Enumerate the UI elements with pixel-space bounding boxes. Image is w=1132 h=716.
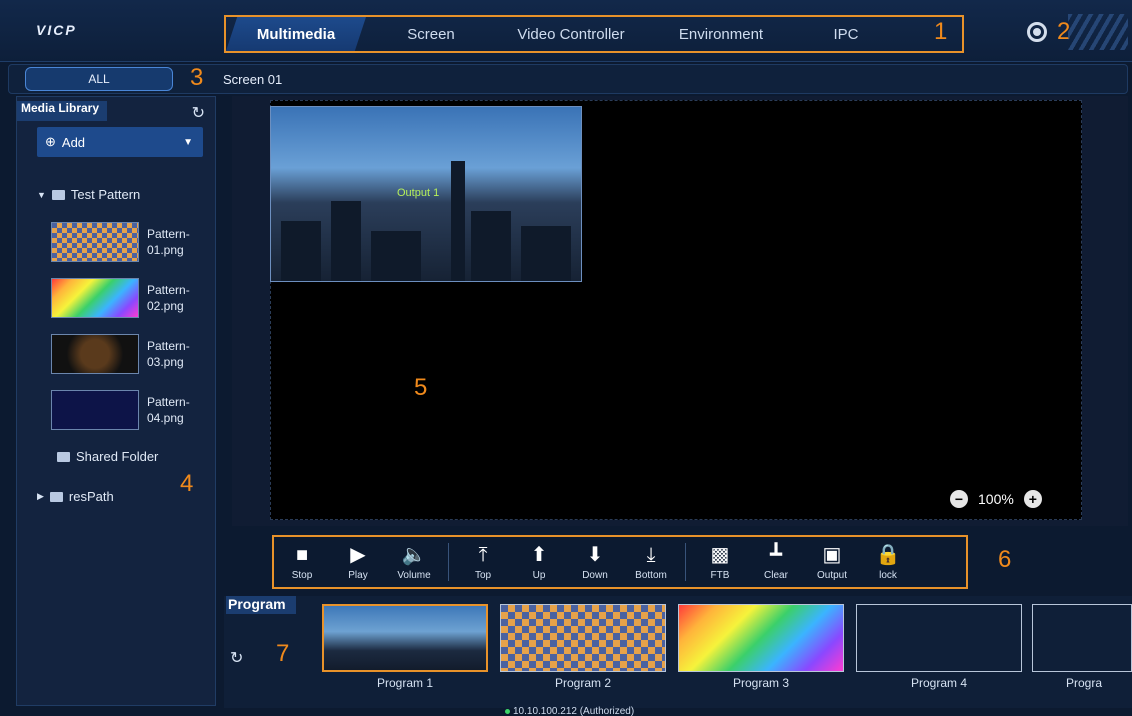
program-tile[interactable] (856, 604, 1022, 672)
arrow-up-icon: ⬆ (530, 543, 548, 566)
caret-down-icon: ▼ (183, 136, 193, 148)
program-tile[interactable] (1032, 604, 1132, 672)
annotation-6: 6 (998, 546, 1012, 573)
output-window[interactable]: Output 1 (270, 106, 582, 282)
divider (685, 543, 686, 581)
media-name: Pattern- 03.png (147, 339, 190, 369)
add-button[interactable]: ⊕ Add ▼ (37, 127, 203, 157)
annotation-4: 4 (180, 470, 194, 497)
media-item[interactable]: Pattern- 04.png (51, 389, 201, 431)
folder-label: resPath (68, 489, 114, 504)
up-button[interactable]: ⬆ Up (511, 537, 567, 587)
clear-icon: ┻ (769, 543, 783, 566)
media-item[interactable]: Pattern- 02.png (51, 277, 201, 319)
folder-test-pattern[interactable]: ▼ Test Pattern (37, 187, 140, 202)
program-label: Program 2 (554, 676, 612, 690)
media-name: Pattern- 02.png (147, 283, 190, 313)
gear-icon[interactable] (1027, 22, 1047, 42)
arrow-down-icon: ⬇ (586, 543, 604, 566)
main-nav: Multimedia Screen Video Controller Envir… (224, 15, 964, 53)
media-thumbnail (51, 390, 139, 430)
output-button[interactable]: ▣ Output (804, 537, 860, 587)
zoom-control: − 100% + (950, 490, 1042, 508)
zoom-out-icon[interactable]: − (950, 490, 968, 508)
chevron-down-icon: ▼ (37, 189, 46, 200)
output-icon: ▣ (822, 543, 842, 566)
folder-icon (57, 451, 70, 462)
media-thumbnail (51, 222, 139, 262)
media-item[interactable]: Pattern- 03.png (51, 333, 201, 375)
media-item[interactable]: Pattern- 01.png (51, 221, 201, 263)
program-tile[interactable] (500, 604, 666, 672)
output-label: Output 1 (397, 187, 440, 199)
media-library-panel: Media Library ↻ ⊕ Add ▼ ▼ Test Pattern P… (16, 96, 216, 706)
plus-circle-icon: ⊕ (45, 134, 56, 149)
playback-toolbar: ■ Stop ▶ Play 🔈 Volume ⤒ Top ⬆ Up ⬇ Down ⤓ Bott… (272, 535, 968, 589)
tab-multimedia[interactable]: Multimedia (226, 17, 366, 51)
annotation-1: 1 (934, 18, 948, 45)
program-label: Program 4 (910, 676, 968, 690)
app-logo: VICP (36, 22, 77, 38)
down-button[interactable]: ⬇ Down (567, 537, 623, 587)
zoom-in-icon[interactable]: + (1023, 490, 1042, 508)
tab-ipc[interactable]: IPC (796, 17, 896, 51)
media-name: Pattern- 04.png (147, 395, 190, 425)
program-label: Progra (1066, 676, 1103, 690)
tab-video-controller[interactable]: Video Controller (496, 17, 646, 51)
program-label: Program 3 (732, 676, 790, 690)
media-name: Pattern- 01.png (147, 227, 190, 257)
bottom-button[interactable]: ⤓ Bottom (623, 537, 679, 587)
folder-label: Test Pattern (70, 187, 141, 202)
zoom-level: 100% (978, 491, 1014, 507)
chevron-right-icon: ▶ (37, 491, 44, 501)
folder-icon (49, 491, 63, 502)
bring-to-top-icon: ⤒ (478, 543, 488, 566)
program-label: Program 1 (376, 676, 434, 690)
program-title: Program (226, 596, 296, 614)
volume-button[interactable]: 🔈 Volume (386, 537, 442, 587)
clear-button[interactable]: ┻ Clear (748, 537, 804, 587)
annotation-5: 5 (414, 374, 428, 401)
play-button[interactable]: ▶ Play (330, 537, 386, 587)
folder-shared[interactable]: Shared Folder (57, 449, 158, 464)
media-thumbnail (51, 334, 139, 374)
folder-icon (51, 189, 65, 200)
add-label: Add (61, 134, 86, 150)
annotation-3: 3 (190, 64, 204, 91)
send-to-bottom-icon: ⤓ (646, 543, 656, 566)
stop-button[interactable]: ■ Stop (274, 537, 330, 587)
ftb-button[interactable]: ▩ FTB (692, 537, 748, 587)
volume-icon: 🔈 (401, 543, 427, 566)
status-dot-icon (505, 708, 510, 714)
top-button[interactable]: ⤒ Top (455, 537, 511, 587)
refresh-icon[interactable]: ↻ (230, 648, 243, 668)
folder-label: Shared Folder (76, 449, 159, 464)
program-tile[interactable] (678, 604, 844, 672)
all-tab[interactable]: ALL (25, 67, 173, 91)
tab-environment[interactable]: Environment (646, 17, 796, 51)
media-library-title: Media Library (17, 101, 108, 121)
screen-bar: ALL Screen 01 (8, 64, 1128, 94)
media-thumbnail (51, 278, 139, 318)
tab-screen[interactable]: Screen (366, 17, 496, 51)
screen-label[interactable]: Screen 01 (223, 72, 282, 87)
program-tile[interactable] (322, 604, 488, 672)
status-bar: 10.10.100.212 (Authorized) (505, 706, 634, 716)
refresh-icon[interactable]: ↻ (192, 103, 205, 123)
folder-respath[interactable]: ▶ resPath (37, 489, 114, 504)
lock-icon: 🔒 (875, 543, 901, 566)
ftb-icon: ▩ (710, 543, 730, 566)
play-icon: ▶ (350, 543, 366, 566)
annotation-7: 7 (276, 640, 290, 667)
decorative-stripes (1068, 14, 1128, 50)
lock-button[interactable]: 🔒 lock (860, 537, 916, 587)
divider (448, 543, 449, 581)
status-text: 10.10.100.212 (Authorized) (513, 706, 635, 716)
top-bar: VICP Multimedia Screen Video Controller … (0, 0, 1132, 62)
stop-icon: ■ (295, 543, 309, 566)
